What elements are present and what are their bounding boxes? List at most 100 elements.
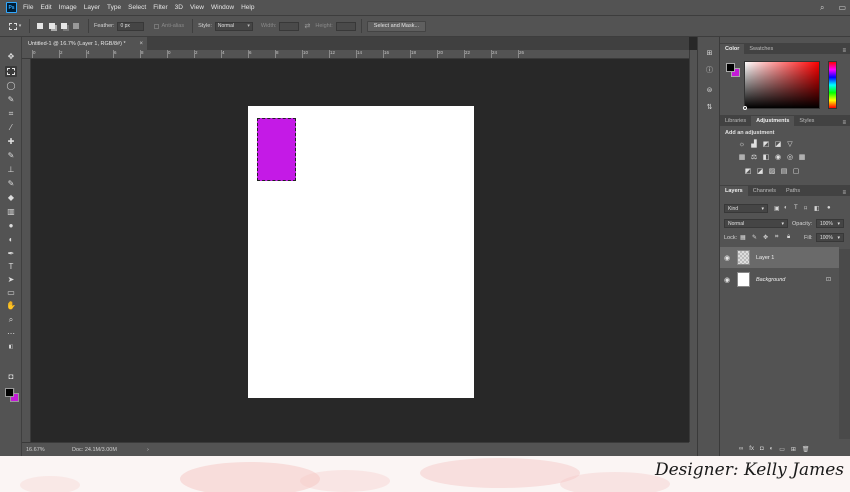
- brightness-icon[interactable]: ☼: [738, 141, 746, 149]
- tab-untitled-1[interactable]: Untitled-1 @ 16.7% (Layer 1, RGB/8#) * ×: [22, 37, 147, 50]
- menu-3d[interactable]: 3D: [175, 4, 183, 11]
- swap-icon[interactable]: ⇄: [304, 22, 310, 30]
- fill-input[interactable]: 100% ▾: [816, 233, 844, 242]
- gradient-map-icon[interactable]: ▤: [780, 168, 788, 176]
- new-selection-icon[interactable]: [35, 21, 45, 31]
- eye-icon[interactable]: ◉: [720, 276, 734, 284]
- link-layers-icon[interactable]: ∞: [739, 446, 743, 452]
- pen-tool-icon[interactable]: ✒: [5, 248, 17, 259]
- menu-view[interactable]: View: [190, 4, 204, 11]
- info-icon[interactable]: ⓘ: [704, 64, 715, 75]
- add-selection-icon[interactable]: [47, 21, 57, 31]
- default-colors-icon[interactable]: ◧: [5, 341, 17, 352]
- selected-magenta-rectangle[interactable]: [257, 118, 296, 181]
- rectangle-tool-icon[interactable]: ▭: [5, 287, 17, 298]
- dodge-tool-icon[interactable]: ◐: [5, 234, 17, 245]
- panel-menu-icon[interactable]: ≡: [842, 190, 846, 196]
- quick-select-tool-icon[interactable]: ✎: [5, 94, 17, 105]
- intersect-selection-icon[interactable]: [71, 21, 81, 31]
- tab-layers[interactable]: Layers: [720, 186, 748, 196]
- brush-tool-icon[interactable]: ✎: [5, 150, 17, 161]
- panel-menu-icon[interactable]: ≡: [842, 120, 846, 126]
- quick-mask-icon[interactable]: ◘: [5, 371, 17, 382]
- tab-styles[interactable]: Styles: [794, 116, 819, 126]
- lock-position-icon[interactable]: ✥: [763, 234, 768, 241]
- character-icon[interactable]: ⇅: [704, 101, 715, 112]
- hand-tool-icon[interactable]: ✋: [5, 300, 17, 311]
- channel-mixer-icon[interactable]: ◎: [786, 154, 794, 162]
- menu-file[interactable]: File: [23, 4, 33, 11]
- status-menu-icon[interactable]: ›: [147, 447, 149, 453]
- zoom-tool-icon[interactable]: ⌕: [5, 314, 17, 325]
- layer-mask-icon[interactable]: ◘: [760, 446, 764, 452]
- levels-icon[interactable]: ▟: [750, 141, 758, 149]
- blend-mode-select[interactable]: Normal ▾: [724, 219, 788, 228]
- menu-type[interactable]: Type: [107, 4, 121, 11]
- lock-transparent-icon[interactable]: ▦: [740, 234, 746, 241]
- antialias-checkbox[interactable]: [154, 23, 160, 29]
- threshold-icon[interactable]: ▨: [768, 168, 776, 176]
- black-white-icon[interactable]: ◧: [762, 154, 770, 162]
- tab-swatches[interactable]: Swatches: [744, 44, 778, 54]
- marquee-tool-icon[interactable]: [5, 66, 17, 77]
- selective-color-icon[interactable]: ▢: [792, 168, 800, 176]
- crop-tool-icon[interactable]: ⌗: [5, 108, 17, 119]
- move-tool-icon[interactable]: ✥: [5, 51, 17, 62]
- canvas-area[interactable]: [31, 59, 689, 442]
- tab-adjustments[interactable]: Adjustments: [751, 116, 795, 126]
- photo-filter-icon[interactable]: ◉: [774, 154, 782, 162]
- new-layer-icon[interactable]: ⊞: [791, 446, 796, 453]
- zoom-level[interactable]: 16.67%: [22, 447, 46, 453]
- history-icon[interactable]: ⊞: [704, 47, 715, 58]
- menu-select[interactable]: Select: [128, 4, 146, 11]
- menu-filter[interactable]: Filter: [153, 4, 167, 11]
- gradient-tool-icon[interactable]: ▥: [5, 206, 17, 217]
- close-icon[interactable]: ×: [139, 41, 143, 47]
- filter-shape-icon[interactable]: ⌑: [804, 205, 807, 212]
- trash-icon[interactable]: 🗑︎: [802, 446, 810, 453]
- menu-edit[interactable]: Edit: [40, 4, 51, 11]
- tab-libraries[interactable]: Libraries: [720, 116, 751, 126]
- eraser-tool-icon[interactable]: ◆: [5, 192, 17, 203]
- workspace-icon[interactable]: ▭: [838, 3, 846, 12]
- clone-stamp-tool-icon[interactable]: ⊥: [5, 164, 17, 175]
- marquee-preset-icon[interactable]: ▾: [6, 21, 24, 31]
- menu-help[interactable]: Help: [241, 4, 254, 11]
- height-input[interactable]: [335, 21, 356, 31]
- path-selection-tool-icon[interactable]: ➤: [5, 274, 17, 285]
- layer-row[interactable]: ◉ Background ⊡: [720, 269, 839, 290]
- vertical-scrollbar[interactable]: [689, 50, 697, 442]
- lock-all-icon[interactable]: 🔒︎: [787, 234, 790, 241]
- more-tools-icon[interactable]: ⋯: [5, 328, 17, 339]
- width-input[interactable]: [279, 21, 300, 31]
- menu-window[interactable]: Window: [211, 4, 234, 11]
- type-tool-icon[interactable]: T: [5, 261, 17, 272]
- select-and-mask-button[interactable]: Select and Mask...: [366, 20, 427, 32]
- search-icon[interactable]: ⌕: [820, 3, 824, 13]
- healing-brush-tool-icon[interactable]: ✚: [5, 136, 17, 147]
- invert-icon[interactable]: ◩: [744, 168, 752, 176]
- tab-paths[interactable]: Paths: [781, 186, 805, 196]
- posterize-icon[interactable]: ◪: [756, 168, 764, 176]
- layer-kind-filter[interactable]: Kind ▾: [724, 204, 768, 213]
- filter-pixel-icon[interactable]: ▣: [774, 205, 780, 212]
- layer-row[interactable]: ◉ Layer 1: [720, 247, 839, 268]
- foreground-color-swatch[interactable]: [5, 388, 14, 397]
- hue-slider[interactable]: [828, 61, 837, 109]
- feather-input[interactable]: 0 px: [117, 21, 145, 31]
- vibrance-icon[interactable]: ▽: [786, 141, 794, 149]
- filter-adjustment-icon[interactable]: ◐: [784, 205, 788, 211]
- color-picker-ring[interactable]: [743, 106, 747, 110]
- tab-color[interactable]: Color: [720, 44, 745, 54]
- eye-icon[interactable]: ◉: [720, 254, 734, 262]
- tab-channels[interactable]: Channels: [748, 186, 781, 196]
- filter-type-icon[interactable]: T: [794, 205, 798, 211]
- lock-image-icon[interactable]: ✎: [752, 234, 757, 241]
- group-icon[interactable]: ▭: [779, 446, 785, 453]
- filter-smart-object-icon[interactable]: ◧: [814, 205, 820, 212]
- layer-name[interactable]: Background: [756, 277, 785, 283]
- fx-icon[interactable]: fx: [749, 446, 754, 452]
- layers-scrollbar[interactable]: [839, 249, 850, 439]
- menu-image[interactable]: Image: [59, 4, 77, 11]
- history-brush-tool-icon[interactable]: ✎: [5, 178, 17, 189]
